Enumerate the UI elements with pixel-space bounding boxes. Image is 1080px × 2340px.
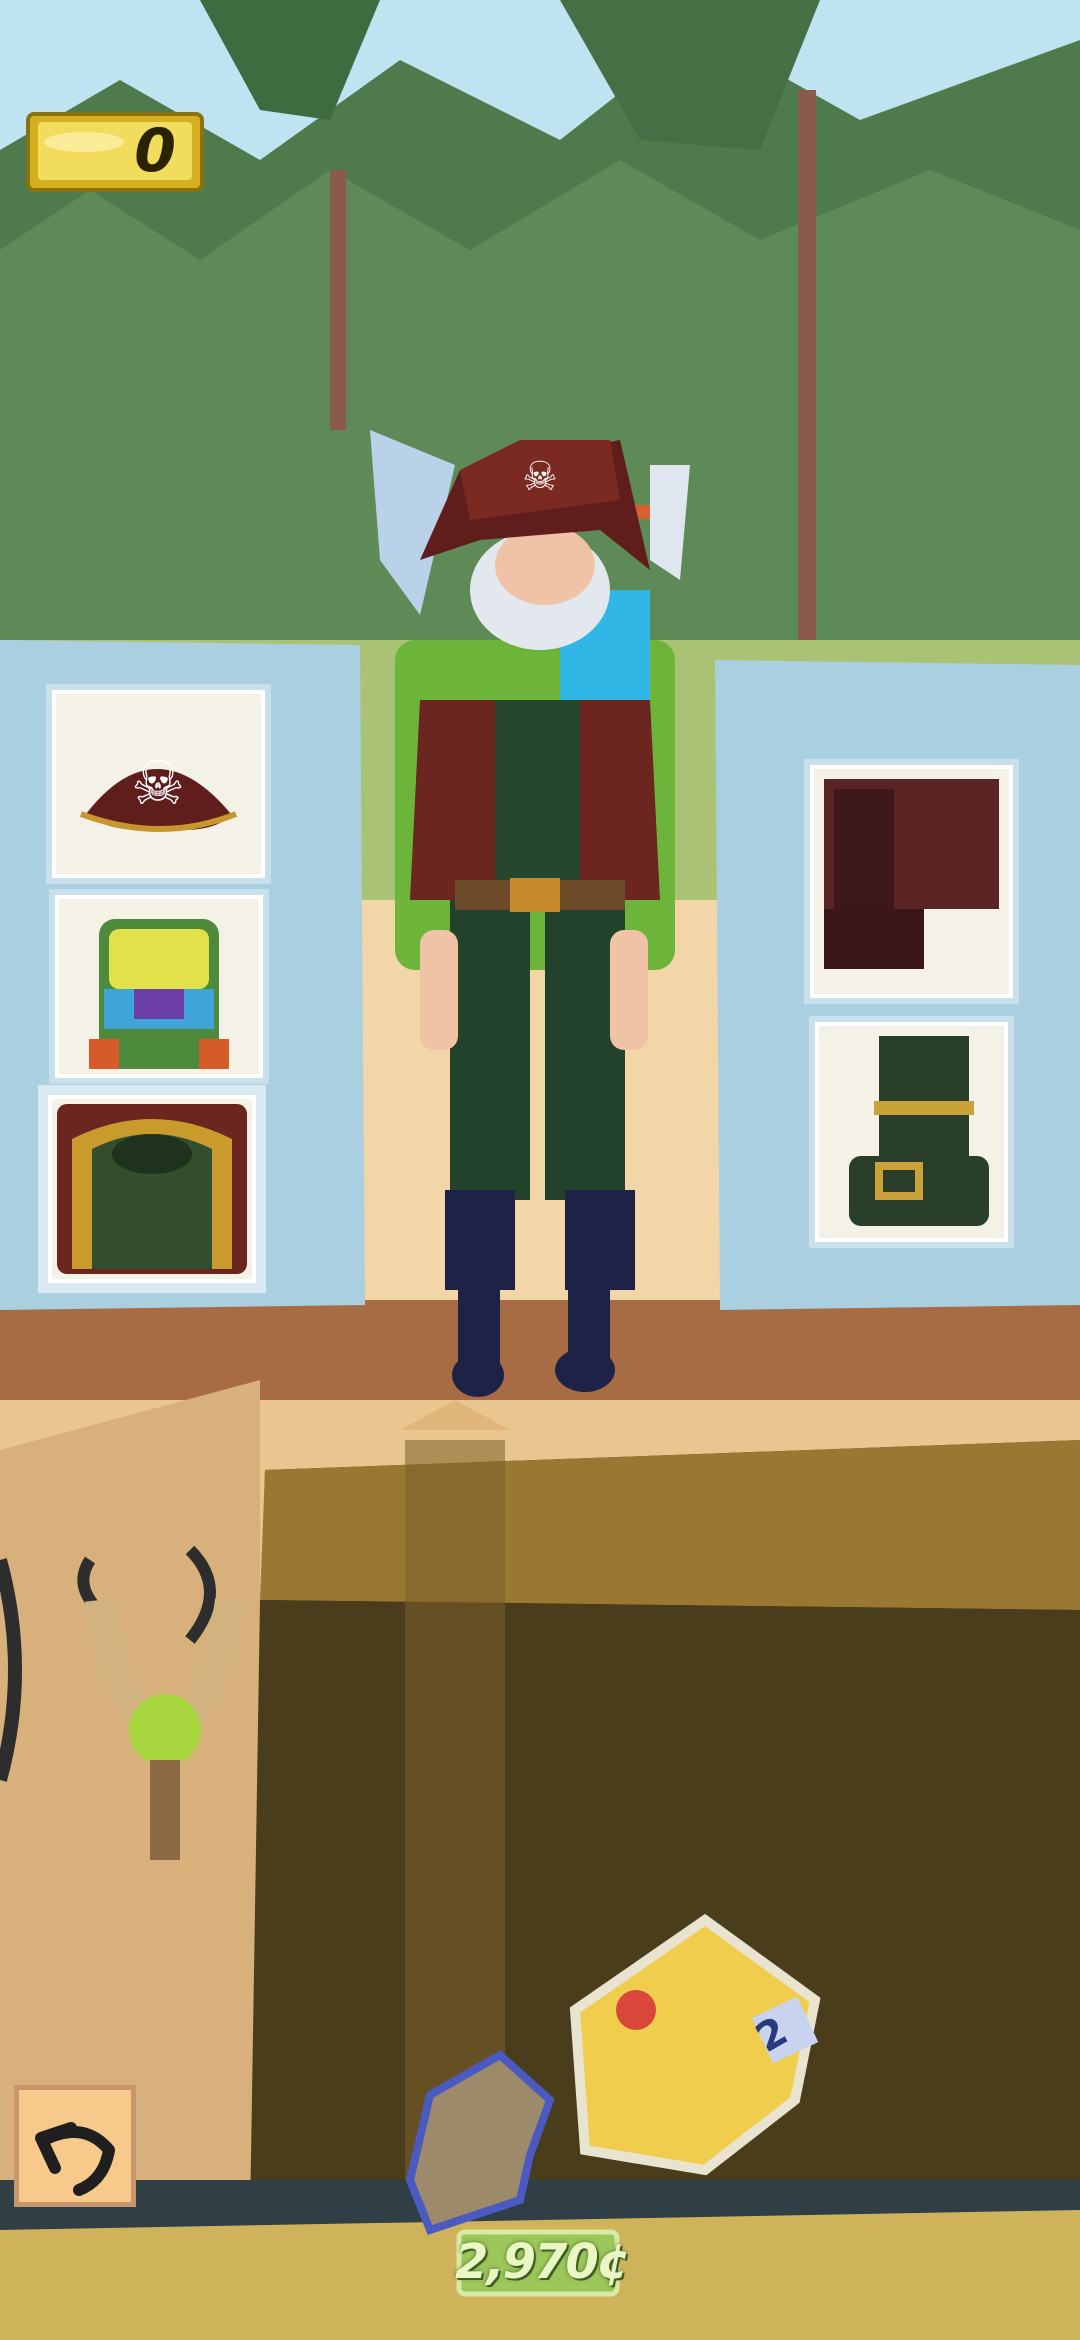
brown-pants-icon: [824, 779, 999, 969]
money-value: 2,970¢: [455, 2234, 630, 2290]
svg-text:☠: ☠: [131, 749, 185, 819]
svg-text:☠: ☠: [522, 454, 558, 500]
score-panel-icon: [26, 112, 204, 192]
back-button[interactable]: [14, 2085, 136, 2207]
backpack-slot[interactable]: [55, 895, 263, 1078]
rock-item[interactable]: rock: [420, 2040, 560, 2190]
score-value: 0: [134, 116, 176, 186]
currency-display: 2,970¢: [455, 2228, 630, 2298]
hat-slot[interactable]: ☠: [52, 690, 265, 878]
shirt-slot[interactable]: [48, 1095, 256, 1283]
boots-slot[interactable]: [815, 1022, 1008, 1242]
pirate-hat-icon: ☠: [79, 749, 238, 832]
slingshot-item[interactable]: slingshot: [70, 1540, 250, 1870]
back-arrow-icon: [35, 2122, 115, 2196]
pants-slot[interactable]: [810, 765, 1013, 998]
backpack-icon: [89, 919, 229, 1069]
score-display: 0: [24, 108, 206, 196]
green-boots-icon: [849, 1036, 989, 1226]
green-shirt-icon: [57, 1104, 247, 1274]
